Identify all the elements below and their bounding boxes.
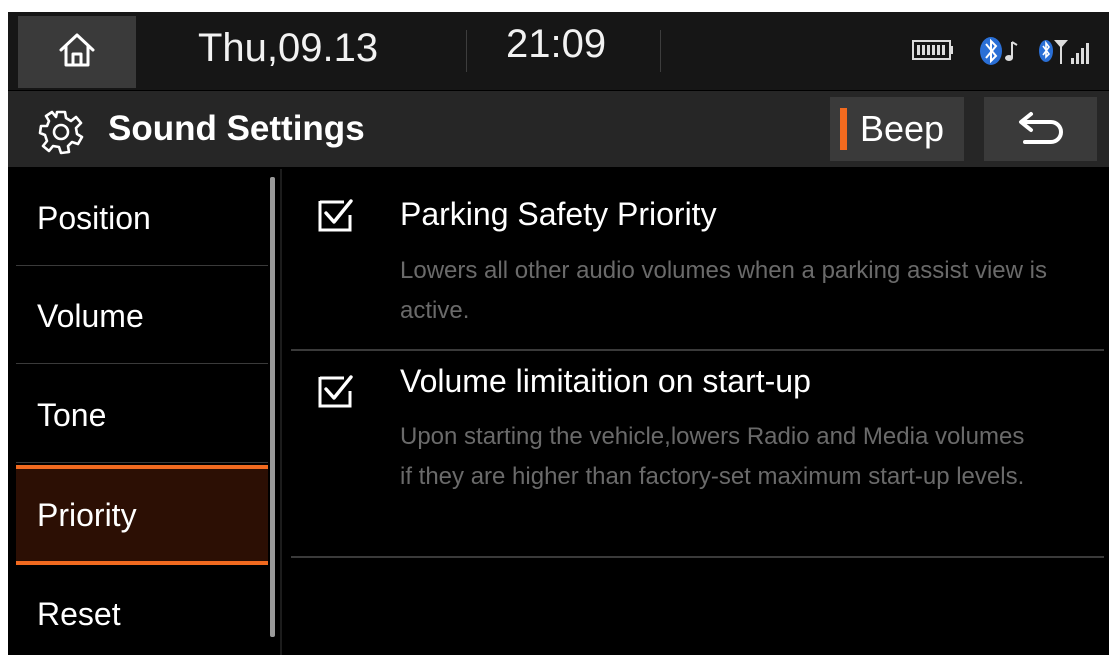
menu-item-priority[interactable]: Priority <box>16 465 268 565</box>
bluetooth-signal-icon <box>1038 34 1096 73</box>
status-divider <box>466 30 467 72</box>
menu-item-label: Position <box>37 200 151 236</box>
checkbox-checked-icon[interactable] <box>317 197 353 233</box>
checkbox-checked-icon[interactable] <box>317 373 353 409</box>
back-button[interactable] <box>984 97 1097 161</box>
home-icon <box>57 31 97 74</box>
bluetooth-audio-icon <box>976 34 1024 73</box>
menu-item-position[interactable]: Position <box>16 169 268 266</box>
option-title: Parking Safety Priority <box>400 196 717 232</box>
home-button[interactable] <box>18 16 136 88</box>
screen: Thu,09.13 21:09 Sound Settings Beep Posi… <box>8 12 1109 655</box>
status-bar: Thu,09.13 21:09 <box>8 12 1109 90</box>
status-divider <box>660 30 661 72</box>
sound-settings-menu: Position Volume Tone Priority Reset <box>8 169 270 655</box>
option-volume-limitation-startup[interactable]: Volume limitaition on start-up Upon star… <box>291 351 1104 558</box>
menu-scrollbar[interactable] <box>270 177 275 637</box>
option-description: Upon starting the vehicle,lowers Radio a… <box>400 423 1025 490</box>
beep-indicator <box>840 108 847 150</box>
menu-item-label: Reset <box>37 596 121 632</box>
menu-divider <box>280 169 282 655</box>
date-display: Thu,09.13 <box>198 26 379 70</box>
header-bar: Sound Settings Beep <box>8 91 1109 167</box>
time-display: 21:09 <box>506 22 607 66</box>
menu-item-reset[interactable]: Reset <box>16 565 268 655</box>
beep-label: Beep <box>860 108 945 149</box>
menu-item-tone[interactable]: Tone <box>16 366 268 463</box>
gear-icon <box>38 109 84 160</box>
menu-item-label: Tone <box>37 397 107 433</box>
menu-item-label: Volume <box>37 298 144 334</box>
option-description: Lowers all other audio volumes when a pa… <box>400 257 1047 324</box>
option-parking-safety-priority[interactable]: Parking Safety Priority Lowers all other… <box>291 169 1104 351</box>
battery-icon <box>912 39 954 66</box>
beep-button[interactable]: Beep <box>830 97 964 161</box>
menu-item-volume[interactable]: Volume <box>16 267 268 364</box>
option-title: Volume limitaition on start-up <box>400 363 811 399</box>
menu-item-label: Priority <box>37 497 137 533</box>
page-title: Sound Settings <box>108 109 365 148</box>
back-arrow-icon <box>1015 108 1067 151</box>
